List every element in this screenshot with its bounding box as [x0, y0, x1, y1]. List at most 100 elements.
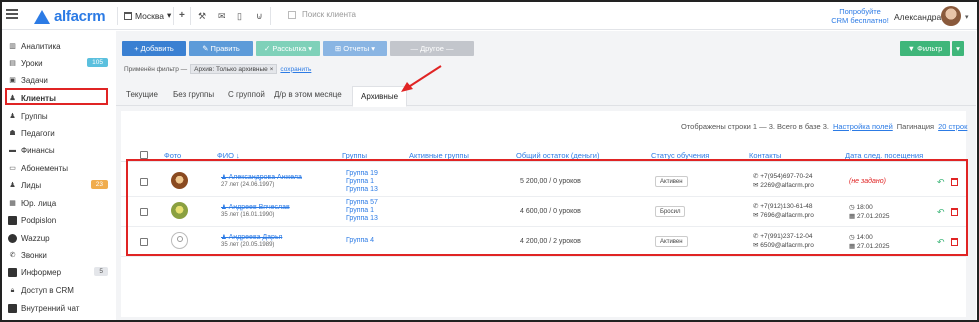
branch-selector[interactable]: Москва ▾: [124, 10, 171, 21]
clients-highlight-frame: [5, 88, 108, 105]
lock-icon: 🔒︎: [10, 286, 15, 294]
tab-current[interactable]: Текущие: [126, 90, 158, 99]
filter-chip-label: Архив: Только архивные: [194, 66, 268, 73]
sidebar-item-analytics[interactable]: ▥ Аналитика: [8, 39, 110, 53]
sidebar-item-label: Абонементы: [21, 163, 69, 173]
applied-filter-line: Применён фильтр — Архив: Только архивные…: [124, 64, 311, 74]
chevron-down-icon: ▾: [167, 10, 172, 20]
sidebar-item-informer[interactable]: Информер 5: [8, 265, 110, 279]
sidebar-item-finance[interactable]: ▬ Финансы: [8, 143, 110, 157]
sidebar-item-label: Юр. лица: [21, 198, 57, 208]
sidebar-item-label: Доступ в CRM: [21, 285, 74, 295]
pager-summary: Отображены строки 1 — 3. Всего в базе 3.…: [681, 122, 967, 131]
tab-with-group[interactable]: С группой: [228, 90, 265, 99]
sidebar-item-label: Задачи: [21, 75, 48, 85]
calendar-icon: [124, 11, 132, 20]
promo-link[interactable]: Попробуйте CRM бесплатно!: [830, 7, 890, 25]
app-window: alfacrm Москва ▾ + ⚒ ✉ ▯ ⊍ Поиск клиента…: [0, 0, 979, 322]
sidebar-item-podpislon[interactable]: Podpislon: [8, 213, 110, 227]
leads-icon: ♟: [9, 181, 16, 189]
user-name[interactable]: Александра: [894, 12, 941, 22]
wazzup-icon: [8, 233, 17, 243]
sidebar-item-leads[interactable]: ♟ Лиды 23: [8, 178, 110, 192]
add-button[interactable]: + Добавить: [122, 41, 186, 56]
sidebar-item-label: Уроки: [21, 58, 43, 68]
informer-icon: [8, 267, 17, 277]
reports-button[interactable]: ⊞ Отчеты ▾: [323, 41, 387, 56]
group-icon: ♟: [9, 112, 16, 120]
sidebar-item-subscriptions[interactable]: ▭ Абонементы: [8, 161, 110, 175]
sidebar-item-groups[interactable]: ♟ Группы: [8, 109, 110, 123]
rows-highlight-frame: [126, 159, 968, 256]
sidebar-item-label: Информер: [21, 267, 62, 277]
sidebar-item-label: Внутренний чат: [21, 303, 80, 313]
sidebar-item-label: Педагоги: [21, 128, 55, 138]
branch-label: Москва: [135, 10, 165, 21]
search-icon: [288, 10, 296, 19]
tab-no-group[interactable]: Без группы: [173, 90, 214, 99]
rows-summary: Отображены строки 1 — 3. Всего в базе 3.: [681, 122, 829, 131]
sidebar-item-crm-access[interactable]: 🔒︎ Доступ в CRM: [8, 283, 110, 297]
top-bar: alfacrm Москва ▾ + ⚒ ✉ ▯ ⊍ Поиск клиента…: [2, 2, 977, 30]
select-all-checkbox[interactable]: [140, 151, 148, 159]
sidebar-item-tasks[interactable]: ▣ Задачи: [8, 73, 110, 87]
logo[interactable]: alfacrm: [34, 8, 106, 25]
phone-icon[interactable]: ▯: [237, 11, 242, 21]
company-icon: ▦: [9, 199, 16, 207]
field-settings-link[interactable]: Настройка полей: [833, 122, 893, 131]
podpislon-icon: [8, 215, 17, 225]
sidebar-item-label: Аналитика: [21, 41, 61, 51]
menu-icon[interactable]: [6, 9, 18, 21]
client-search[interactable]: Поиск клиента: [288, 10, 356, 19]
sidebar-item-teachers[interactable]: ☗ Педагоги: [8, 126, 110, 140]
logo-text: alfacrm: [54, 8, 106, 25]
action-toolbar: + Добавить ✎ Править ✓ Рассылка ▾ ⊞ Отче…: [122, 41, 474, 56]
sidebar-item-lessons[interactable]: ▤ Уроки 105: [8, 56, 110, 70]
wrench-icon[interactable]: ⚒: [198, 11, 206, 21]
cart-icon[interactable]: ⊍: [256, 11, 263, 21]
leads-count-badge: 23: [90, 180, 108, 189]
informer-count-badge: 5: [94, 267, 108, 276]
user-avatar[interactable]: [941, 6, 961, 26]
sidebar-item-wazzup[interactable]: Wazzup: [8, 231, 110, 245]
sidebar-item-label: Wazzup: [21, 233, 50, 243]
divider: [117, 7, 118, 25]
call-icon: ✆: [9, 251, 16, 259]
filter-button[interactable]: ▼ Фильтр: [900, 41, 950, 56]
tab-birthdays[interactable]: Д/р в этом месяце: [274, 90, 342, 99]
subscription-icon: ▭: [9, 164, 16, 172]
pagination-selector[interactable]: 20 строк: [938, 122, 967, 131]
chart-icon: ▥: [9, 42, 16, 50]
pagination-label: Пагинация: [896, 122, 935, 131]
chat-icon: [8, 303, 17, 313]
chevron-down-icon[interactable]: ▾: [965, 13, 969, 21]
applied-filter-prefix: Применён фильтр —: [124, 65, 188, 73]
divider: [173, 7, 174, 25]
search-input[interactable]: Поиск клиента: [302, 10, 356, 19]
lessons-count-badge: 105: [87, 58, 108, 67]
tab-bar: Текущие Без группы С группой Д/р в этом …: [116, 86, 976, 107]
sidebar-item-label: Финансы: [21, 145, 55, 155]
filter-dropdown-button[interactable]: ▾: [952, 41, 964, 56]
filter-chip[interactable]: Архив: Только архивные ×: [190, 64, 278, 74]
edit-button[interactable]: ✎ Править: [189, 41, 253, 56]
teacher-icon: ☗: [9, 129, 16, 137]
sidebar-item-label: Группы: [21, 111, 48, 121]
sidebar-item-legal-entities[interactable]: ▦ Юр. лица: [8, 196, 110, 210]
save-filter-link[interactable]: сохранить: [280, 66, 311, 73]
plus-icon[interactable]: +: [179, 11, 185, 21]
divider: [190, 7, 191, 25]
sidebar-item-calls[interactable]: ✆ Звонки: [8, 248, 110, 262]
sidebar-item-internal-chat[interactable]: Внутренний чат: [8, 301, 110, 315]
other-button[interactable]: — Другое —: [390, 41, 474, 56]
lessons-icon: ▤: [9, 59, 16, 67]
divider: [270, 7, 271, 25]
mail-icon[interactable]: ✉: [218, 11, 226, 21]
close-icon[interactable]: ×: [270, 66, 274, 73]
money-icon: ▬: [9, 146, 16, 154]
sidebar-item-label: Podpislon: [21, 215, 57, 225]
annotation-arrow-icon: [401, 65, 442, 92]
tasks-icon: ▣: [9, 76, 16, 84]
mailing-button[interactable]: ✓ Рассылка ▾: [256, 41, 320, 56]
sidebar-item-label: Звонки: [21, 250, 47, 260]
